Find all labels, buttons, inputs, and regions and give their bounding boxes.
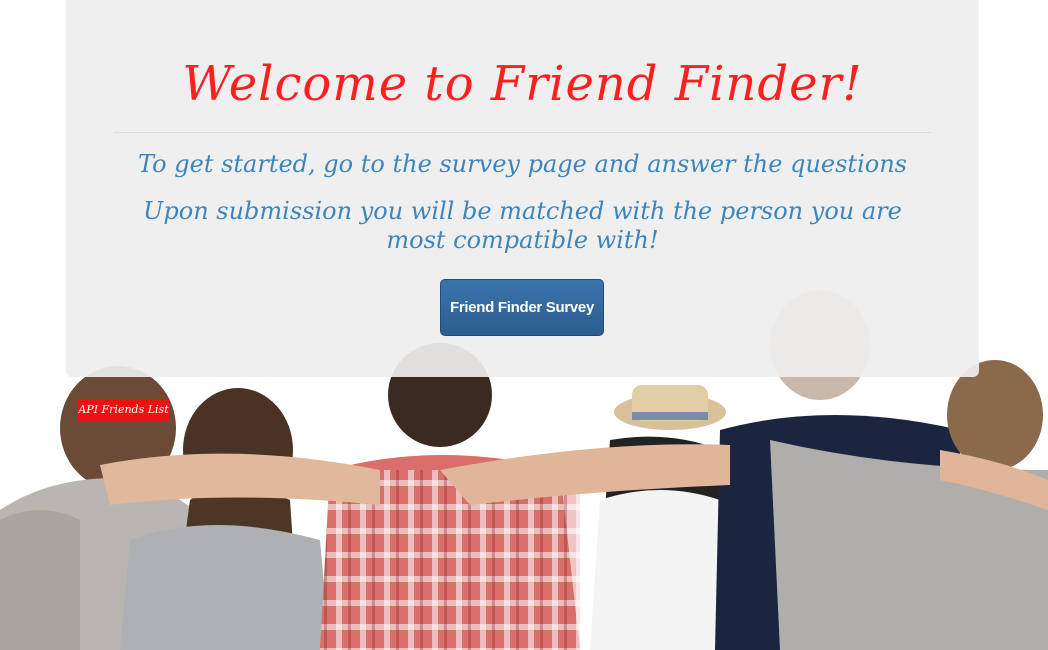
welcome-jumbotron: Welcome to Friend Finder! To get started… [66,0,979,377]
friend-finder-survey-button[interactable]: Friend Finder Survey [440,279,604,336]
instructions-text: To get started, go to the survey page an… [138,150,907,178]
matching-info-text: Upon submission you will be matched with… [143,197,902,254]
title-divider [114,132,931,133]
page: Welcome to Friend Finder! To get started… [0,0,1048,650]
page-title: Welcome to Friend Finder! [182,56,863,112]
api-friends-list-link[interactable]: API Friends List [78,399,169,421]
